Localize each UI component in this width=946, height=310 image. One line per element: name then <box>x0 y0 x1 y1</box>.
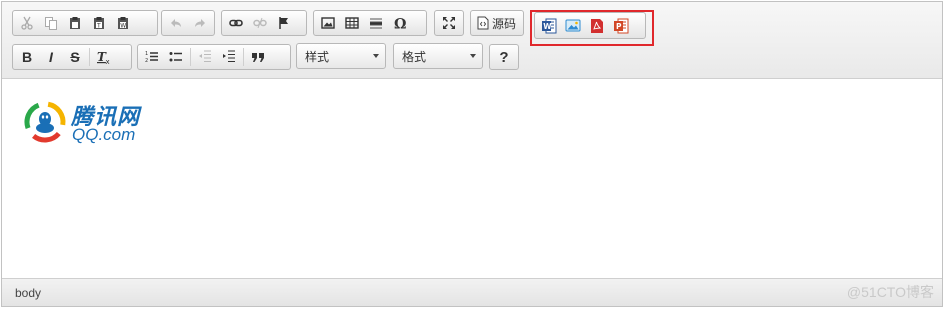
paste-button[interactable] <box>63 12 87 34</box>
blockquote-button[interactable] <box>246 46 270 68</box>
copy-icon <box>45 17 57 30</box>
styles-label: 样式 <box>305 49 330 64</box>
maximize-button[interactable] <box>437 12 461 34</box>
horizontal-rule-icon <box>370 18 382 29</box>
svg-text:Ω: Ω <box>394 17 406 31</box>
editor-content[interactable]: 腾讯网 QQ.com <box>2 79 942 278</box>
svg-text:T: T <box>96 23 101 30</box>
outdent-icon <box>199 50 211 62</box>
separator <box>89 48 90 66</box>
source-label: 源码 <box>492 16 517 31</box>
maximize-group <box>434 10 464 36</box>
bullet-list-icon <box>169 52 182 62</box>
svg-text:x: x <box>106 58 110 65</box>
bold-button[interactable]: B <box>15 46 39 68</box>
tencent-logo: 腾讯网 QQ.com <box>23 98 159 146</box>
element-path[interactable]: body <box>15 286 41 300</box>
italic-icon: I <box>49 49 53 65</box>
source-group: 源码 <box>470 10 524 36</box>
unlink-button[interactable] <box>248 12 272 34</box>
status-bar: body @51CTO博客 <box>2 278 942 306</box>
paste-icon <box>70 17 80 29</box>
source-icon <box>477 16 489 30</box>
svg-text:W: W <box>120 23 126 30</box>
svg-text:1: 1 <box>145 51 148 57</box>
bold-icon: B <box>21 49 33 65</box>
lists-group: 12 <box>137 44 291 70</box>
undo-icon <box>171 19 181 27</box>
editor-toolbar: T W Ω 源码 W P B I S T x 1 2 样式 格式 ? <box>2 2 942 79</box>
remove-format-icon: Tx <box>97 50 110 65</box>
chevron-down-icon <box>373 54 379 58</box>
links-group <box>221 10 307 36</box>
table-icon <box>345 17 359 29</box>
strike-button[interactable]: S <box>63 46 87 68</box>
anchor-icon <box>279 17 288 29</box>
bullet-list-button[interactable] <box>164 46 188 68</box>
image-icon <box>321 17 335 29</box>
separator <box>190 48 191 66</box>
format-label: 格式 <box>402 49 427 64</box>
numbered-list-icon: 12 <box>145 51 158 64</box>
redo-button[interactable] <box>188 12 212 34</box>
italic-button[interactable]: I <box>39 46 63 68</box>
link-icon <box>229 19 243 27</box>
paste-word-button[interactable]: W <box>111 12 135 34</box>
numbered-list-button[interactable]: 12 <box>140 46 164 68</box>
horizontal-rule-button[interactable] <box>364 12 388 34</box>
help-group: ? <box>489 44 519 70</box>
indent-button[interactable] <box>217 46 241 68</box>
insert-group: Ω <box>313 10 427 36</box>
anchor-button[interactable] <box>272 12 296 34</box>
redo-icon <box>195 19 205 27</box>
logo-subtitle: QQ.com <box>72 125 136 144</box>
watermark: @51CTO博客 <box>846 284 934 300</box>
link-button[interactable] <box>224 12 248 34</box>
special-char-button[interactable]: Ω <box>388 12 412 34</box>
special-char-icon: Ω <box>394 17 406 31</box>
help-icon: ? <box>499 48 509 66</box>
styles-dropdown[interactable]: 样式 <box>296 43 386 69</box>
highlight-box <box>530 10 654 46</box>
paste-text-icon: T <box>94 17 104 30</box>
paste-word-icon: W <box>118 17 128 30</box>
cut-button[interactable] <box>15 12 39 34</box>
remove-format-button[interactable]: Tx <box>92 46 116 68</box>
separator <box>243 48 244 66</box>
blockquote-icon <box>252 53 264 62</box>
chevron-down-icon <box>470 54 476 58</box>
indent-icon <box>223 50 235 62</box>
table-button[interactable] <box>340 12 364 34</box>
svg-text:2: 2 <box>145 58 148 64</box>
unlink-icon <box>253 17 267 29</box>
source-button[interactable]: 源码 <box>473 12 520 34</box>
history-group <box>161 10 215 36</box>
help-button[interactable]: ? <box>492 46 516 68</box>
paste-text-button[interactable]: T <box>87 12 111 34</box>
copy-button[interactable] <box>39 12 63 34</box>
undo-button[interactable] <box>164 12 188 34</box>
outdent-button[interactable] <box>193 46 217 68</box>
strike-icon: S <box>70 49 80 65</box>
basic-styles-group: B I S Tx <box>12 44 132 70</box>
maximize-icon <box>443 17 455 29</box>
format-dropdown[interactable]: 格式 <box>393 43 483 69</box>
clipboard-group: T W <box>12 10 158 36</box>
image-button[interactable] <box>316 12 340 34</box>
rich-text-editor: T W Ω 源码 W P B I S T x 1 2 样式 格式 ? 腾讯网 Q… <box>1 1 943 307</box>
cut-icon <box>21 16 33 30</box>
